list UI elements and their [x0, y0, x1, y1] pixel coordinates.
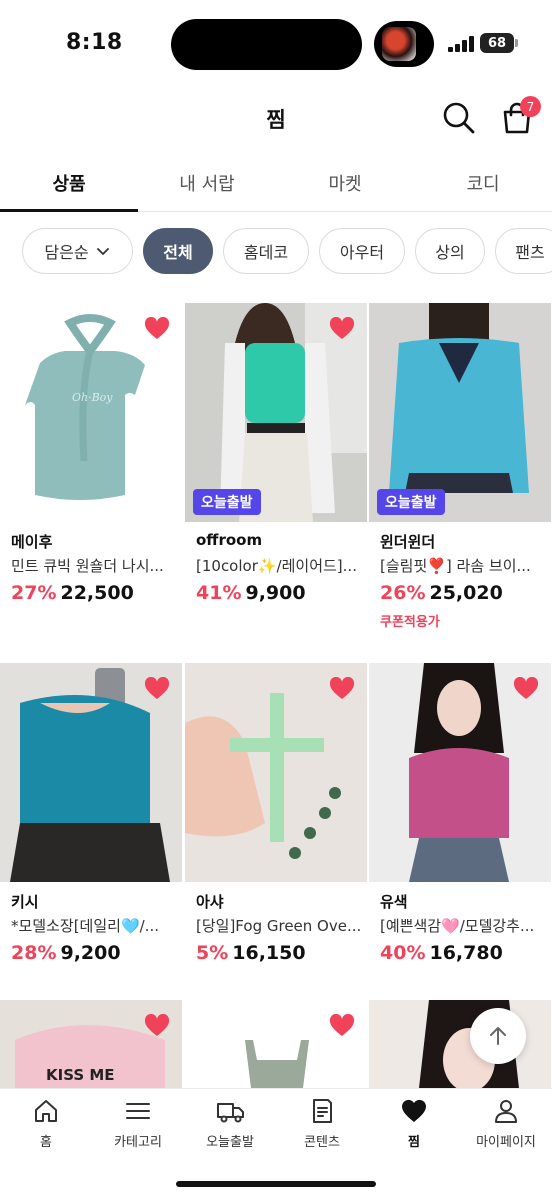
- discount-rate: 41%: [196, 582, 242, 604]
- product-name: 민트 큐빅 원숄더 나시...: [11, 557, 164, 575]
- product-image: 오늘출발: [369, 303, 551, 522]
- heart-icon[interactable]: [144, 317, 170, 341]
- status-time: 8:18: [66, 30, 123, 55]
- product-brand: 유색: [380, 893, 408, 911]
- discount-rate: 40%: [380, 942, 426, 964]
- svg-text:Oh·Boy: Oh·Boy: [72, 391, 113, 404]
- tab-my-drawer[interactable]: 내 서랍: [138, 160, 276, 211]
- nav-contents-label: 콘텐츠: [304, 1135, 340, 1150]
- heart-icon[interactable]: [329, 1014, 355, 1038]
- heart-icon[interactable]: [144, 677, 170, 701]
- nav-home[interactable]: 홈: [0, 1097, 92, 1157]
- sort-dropdown[interactable]: 담은순: [22, 228, 133, 274]
- menu-icon: [126, 1103, 150, 1119]
- product-name: *모델소장[데일리🩵/...: [11, 917, 159, 935]
- page-header: 찜: [0, 92, 552, 148]
- product-brand: 키시: [11, 893, 39, 911]
- today-shipping-badge: 오늘출발: [377, 489, 445, 515]
- filter-chip-bar: 담은순 전체 홈데코 아우터 상의 팬츠: [22, 228, 552, 276]
- nav-category-label: 카테고리: [114, 1135, 162, 1150]
- sort-label: 담은순: [44, 243, 89, 262]
- home-icon: [35, 1100, 57, 1122]
- product-price: 16,780: [429, 942, 503, 964]
- heart-icon[interactable]: [329, 317, 355, 341]
- tab-market[interactable]: 마켓: [276, 160, 414, 211]
- truck-icon: [217, 1103, 244, 1123]
- heart-icon[interactable]: [144, 1014, 170, 1038]
- product-price-row: 26% 25,020: [380, 582, 503, 604]
- chip-all[interactable]: 전체: [143, 228, 213, 274]
- tab-outfit[interactable]: 코디: [414, 160, 552, 211]
- product-price: 22,500: [60, 582, 134, 604]
- signal-icon: [448, 36, 474, 52]
- today-shipping-badge: 오늘출발: [193, 489, 261, 515]
- battery-icon: 68: [480, 33, 518, 53]
- chip-pants[interactable]: 팬츠: [495, 228, 552, 274]
- product-brand: 메이후: [11, 533, 53, 551]
- product-price-row: 28% 9,200: [11, 942, 121, 964]
- product-price-row: 5% 16,150: [196, 942, 306, 964]
- discount-rate: 27%: [11, 582, 57, 604]
- product-price: 9,900: [245, 582, 306, 604]
- status-bar: 8:18 68: [0, 0, 552, 90]
- product-name: [10color✨/레이어드]...: [196, 557, 357, 575]
- tab-products[interactable]: 상품: [0, 160, 138, 212]
- discount-rate: 28%: [11, 942, 57, 964]
- product-price-row: 41% 9,900: [196, 582, 306, 604]
- product-name: [예쁜색감🩷/모델강추...: [380, 917, 535, 935]
- nav-today-shipping[interactable]: 오늘출발: [184, 1097, 276, 1157]
- home-indicator: [176, 1181, 376, 1187]
- product-grid: Oh·Boy 메이후 민트 큐빅 원숄더 나시... 27% 22,500 오늘출…: [0, 303, 552, 1088]
- chip-top[interactable]: 상의: [415, 228, 485, 274]
- discount-rate: 5%: [196, 942, 229, 964]
- document-icon: [313, 1099, 332, 1123]
- chevron-down-icon: [96, 248, 109, 255]
- person-icon: [495, 1100, 517, 1123]
- product-price: 16,150: [232, 942, 306, 964]
- heart-icon[interactable]: [329, 677, 355, 701]
- nav-home-label: 홈: [40, 1135, 52, 1150]
- arrow-up-icon: [490, 1027, 506, 1045]
- product-name: [당일]Fog Green Ove...: [196, 917, 362, 935]
- live-activity[interactable]: [374, 21, 434, 67]
- chip-outer[interactable]: 아우터: [319, 228, 405, 274]
- nav-category[interactable]: 카테고리: [92, 1097, 184, 1157]
- nav-my-page[interactable]: 마이페이지: [460, 1097, 552, 1157]
- product-price: 9,200: [60, 942, 121, 964]
- discount-rate: 26%: [380, 582, 426, 604]
- nav-wishlist-label: 찜: [408, 1135, 420, 1150]
- live-activity-thumbnail: [382, 27, 416, 61]
- nav-today-shipping-label: 오늘출발: [206, 1135, 254, 1150]
- heart-icon[interactable]: [513, 677, 539, 701]
- nav-my-page-label: 마이페이지: [476, 1135, 536, 1150]
- chip-home-deco[interactable]: 홈데코: [223, 228, 309, 274]
- coupon-price-label: 쿠폰적용가: [380, 615, 440, 630]
- search-icon: [443, 102, 475, 134]
- product-brand: 아샤: [196, 893, 224, 911]
- wishlist-tabs: 상품 내 서랍 마켓 코디: [0, 160, 552, 212]
- search-button[interactable]: [441, 100, 477, 136]
- dynamic-island: [171, 19, 362, 70]
- product-price-row: 27% 22,500: [11, 582, 134, 604]
- heart-icon: [402, 1099, 426, 1122]
- scroll-to-top-button[interactable]: [470, 1008, 526, 1064]
- product-brand: 윈더윈더: [380, 533, 436, 551]
- product-name: [슬림핏❣️] 라솜 브이...: [380, 557, 531, 575]
- product-price: 25,020: [429, 582, 503, 604]
- cart-count-badge: 7: [520, 96, 541, 117]
- shirt-print-text: KISS ME: [46, 1066, 115, 1084]
- nav-wishlist[interactable]: 찜: [368, 1097, 460, 1157]
- nav-contents[interactable]: 콘텐츠: [276, 1097, 368, 1157]
- product-brand: offroom: [196, 531, 263, 549]
- product-price-row: 40% 16,780: [380, 942, 503, 964]
